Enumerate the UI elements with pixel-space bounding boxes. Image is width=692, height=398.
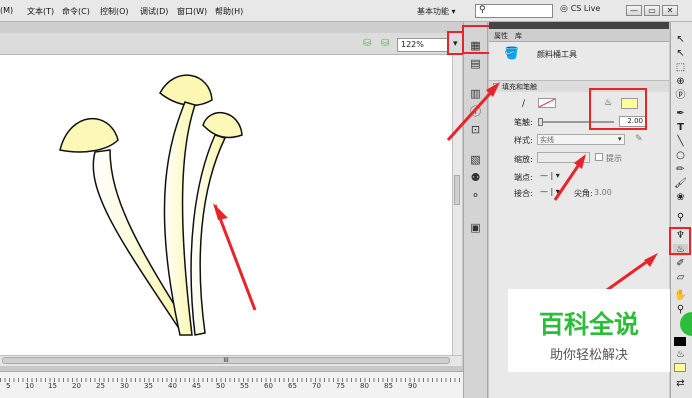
- zoom-value: 122%: [401, 40, 424, 49]
- zoom-select[interactable]: 122%: [397, 38, 449, 52]
- menu-item-window[interactable]: 窗口(W): [177, 6, 207, 17]
- paint-bucket-tool-icon: 🪣: [504, 46, 519, 60]
- menu-item-modify[interactable]: (M): [0, 6, 13, 15]
- ruler-number: 10: [25, 382, 34, 390]
- selection-tool-icon[interactable]: ↖: [673, 34, 688, 46]
- ruler-number: 90: [408, 382, 417, 390]
- ruler-number: 30: [120, 382, 129, 390]
- lasso-tool-icon[interactable]: ⓟ: [673, 90, 688, 102]
- ruler-number: 55: [240, 382, 249, 390]
- swap-colors-icon[interactable]: ⇄: [673, 378, 688, 390]
- cs-live-icon: ◎: [560, 4, 571, 14]
- pencil-tool-icon[interactable]: ✏: [673, 164, 688, 176]
- ruler-number: 15: [48, 382, 57, 390]
- text-tool-icon[interactable]: T: [673, 122, 688, 134]
- edit-bar: [0, 33, 463, 55]
- hand-tool-icon[interactable]: ✋: [673, 290, 688, 302]
- ruler-number: 35: [144, 382, 153, 390]
- horizontal-scroll-thumb[interactable]: III: [2, 357, 450, 364]
- workspace-label: 基本功能: [417, 7, 449, 16]
- cs-live-button[interactable]: ◎ CS Live: [560, 4, 610, 18]
- document-tab-strip: [0, 22, 463, 33]
- ruler-number: 20: [72, 382, 81, 390]
- fill-bucket-icon: ♨: [676, 349, 685, 360]
- eyedropper-tool-icon[interactable]: ✐: [673, 258, 688, 270]
- panel-title-bar: [489, 22, 669, 29]
- ruler-number: 85: [384, 382, 393, 390]
- highlight-box-paint-bucket: [669, 227, 691, 255]
- deco-tool-icon[interactable]: ❀: [673, 192, 688, 204]
- menu-item-control[interactable]: 控制(O): [100, 6, 129, 17]
- brush-tool-icon[interactable]: 🖌: [673, 178, 688, 190]
- close-button[interactable]: ✕: [662, 5, 678, 16]
- subselection-tool-icon[interactable]: ↖: [673, 48, 688, 60]
- ruler-number: 50: [216, 382, 225, 390]
- bone-tool-icon[interactable]: ⚲: [673, 212, 688, 224]
- fill-color-chip[interactable]: [674, 363, 686, 372]
- ruler-number: 75: [336, 382, 345, 390]
- ruler-number: 5: [6, 382, 11, 390]
- tab-library[interactable]: 库: [515, 31, 522, 41]
- ruler-number: 65: [288, 382, 297, 390]
- search-input[interactable]: ⚲: [475, 4, 553, 18]
- workspace-switcher[interactable]: 基本功能 ▾: [413, 3, 465, 19]
- watermark-subtitle: 助你轻松解决: [549, 348, 628, 363]
- ruler-number: 45: [192, 382, 201, 390]
- restore-button[interactable]: ▭: [644, 5, 660, 16]
- ruler-number: 70: [312, 382, 321, 390]
- timeline-ruler: [0, 371, 463, 398]
- pen-tool-icon[interactable]: ✒: [673, 108, 688, 120]
- ruler-number: 80: [360, 382, 369, 390]
- ruler-number: 60: [264, 382, 273, 390]
- mushroom-drawing: [59, 74, 257, 336]
- stroke-color-chip[interactable]: [674, 337, 686, 346]
- ruler-number: 40: [168, 382, 177, 390]
- eraser-tool-icon[interactable]: ▱: [673, 272, 688, 284]
- stage-canvas[interactable]: [0, 55, 452, 355]
- annotation-arrows: [446, 82, 658, 297]
- minimize-button[interactable]: —: [626, 5, 642, 16]
- swatches-panel-icon[interactable]: ▤: [469, 58, 482, 70]
- oval-tool-icon[interactable]: ○: [673, 150, 688, 162]
- cs-live-label: CS Live: [570, 4, 601, 13]
- watermark: 百科全说 助你轻松解决: [508, 289, 670, 372]
- tab-properties[interactable]: 属性: [494, 31, 508, 41]
- menu-item-help[interactable]: 帮助(H): [215, 6, 243, 17]
- edit-scene-icon[interactable]: ⛁: [381, 38, 389, 49]
- line-tool-icon[interactable]: ╲: [673, 136, 688, 148]
- scroll-grip: III: [223, 357, 229, 364]
- search-icon: ⚲: [479, 5, 486, 15]
- menu-item-debug[interactable]: 调试(D): [140, 6, 168, 17]
- tool-name: 颜料桶工具: [537, 50, 577, 59]
- menu-item-commands[interactable]: 命令(C): [62, 6, 90, 17]
- edit-symbols-icon[interactable]: ⛁: [363, 38, 371, 49]
- free-transform-tool-icon[interactable]: ⬚: [673, 62, 688, 74]
- 3d-rotation-tool-icon[interactable]: ⊕: [673, 76, 688, 88]
- ruler-number: 25: [96, 382, 105, 390]
- menu-item-text[interactable]: 文本(T): [27, 6, 54, 17]
- watermark-title: 百科全说: [538, 310, 639, 339]
